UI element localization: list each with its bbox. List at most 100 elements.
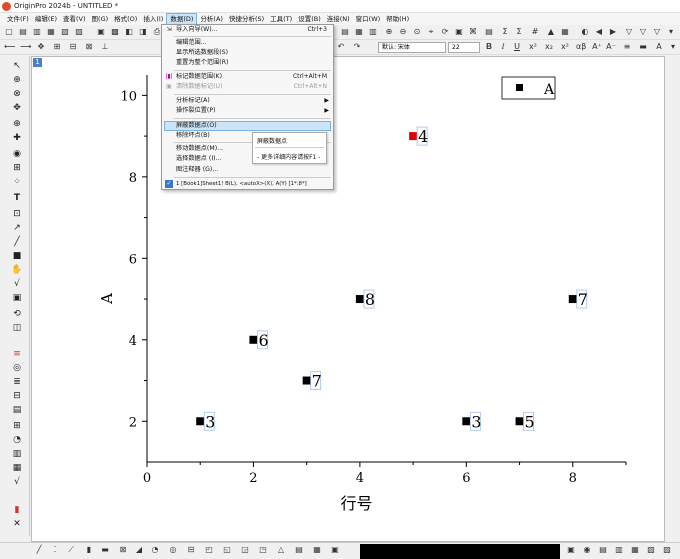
zoom-tool-icon[interactable]: ⊕ [11, 74, 23, 86]
zoom-pan-tool-icon[interactable]: ⊗ [11, 88, 23, 100]
line-style-icon[interactable]: ╱ [34, 545, 44, 555]
arrow-tool-icon[interactable]: ↗ [11, 222, 23, 234]
subscript-icon[interactable]: x₂ [544, 42, 554, 52]
function-tool-icon[interactable]: √ [11, 476, 23, 488]
menu-item-annotator[interactable]: 图注释器 (G)... [176, 165, 218, 175]
chart-icon[interactable]: ▲ [546, 27, 556, 37]
fill-color-icon[interactable]: ▬ [638, 42, 648, 52]
grid-tool-icon[interactable]: ▦ [11, 462, 23, 474]
color-scale-icon[interactable]: ≡ [11, 348, 23, 360]
arrow-left-icon[interactable]: ◀ [594, 27, 604, 37]
layer-icon[interactable]: ▤ [340, 27, 350, 37]
line-symbol-icon[interactable]: ⟋ [66, 545, 76, 555]
text-tool-icon[interactable]: T [11, 192, 23, 204]
sum-icon[interactable]: Σ [500, 27, 510, 37]
menu-item-mark-range[interactable]: 标记数据范围(K) [176, 72, 222, 82]
move-icon[interactable]: ✥ [36, 42, 46, 52]
ternary-plot-icon[interactable]: △ [276, 545, 286, 555]
filter-icon[interactable]: ▽ [624, 27, 634, 37]
rescale-icon[interactable]: ⌖ [426, 27, 436, 37]
marker-tool-icon[interactable]: ▮ [11, 504, 23, 516]
menu-item-import-wizard[interactable]: 导入向导(W)... [176, 25, 218, 35]
menu-format[interactable]: 格式(O) [111, 13, 140, 25]
pan-tool-icon[interactable]: ✥ [11, 102, 23, 114]
new-project-icon[interactable]: ▢ [4, 27, 14, 37]
layer-tab[interactable]: 1 [33, 58, 42, 67]
menu-item-reset-range[interactable]: 重置为整个范围(R) [176, 58, 228, 68]
pie-plot-icon[interactable]: ◔ [150, 545, 160, 555]
annotation-tool-icon[interactable]: ⊡ [11, 208, 23, 220]
template-plot-icon[interactable]: ▦ [312, 545, 322, 555]
zoom-whole-icon[interactable]: ⊙ [412, 27, 422, 37]
script-window-icon[interactable]: ▣ [454, 27, 464, 37]
bar-plot-icon[interactable]: ▬ [100, 545, 110, 555]
multi-panel-icon[interactable]: ▣ [330, 545, 340, 555]
supersub-icon[interactable]: x² [560, 42, 570, 52]
decrease-font-icon[interactable]: A⁻ [606, 42, 616, 52]
arrow-right-icon[interactable]: ▶ [608, 27, 618, 37]
menu-file[interactable]: 文件(F) [4, 13, 32, 25]
save-icon[interactable]: ▩ [110, 27, 120, 37]
menu-view[interactable]: 查看(V) [60, 13, 89, 25]
font-select[interactable]: 默认: 宋体 [378, 42, 446, 53]
refresh-icon[interactable]: ⟳ [440, 27, 450, 37]
align-icon[interactable]: ≡ [622, 42, 632, 52]
filter-options-icon[interactable]: ▽ [652, 27, 662, 37]
template-icon[interactable]: ▤ [11, 404, 23, 416]
more-icon[interactable]: ▾ [666, 27, 676, 37]
new-function-icon[interactable]: ▧ [60, 27, 70, 37]
menu-edit[interactable]: 编辑(E) [32, 13, 60, 25]
new-workbook-icon[interactable]: ▤ [18, 27, 28, 37]
pin-icon[interactable]: ⊥ [100, 42, 110, 52]
menu-item-remove-bad-points[interactable]: 移除坏点(B) [176, 131, 210, 141]
cross-tool-icon[interactable]: ✕ [11, 518, 23, 530]
column-icon[interactable]: ▥ [368, 27, 378, 37]
add-layer-icon[interactable]: ⊞ [52, 42, 62, 52]
app-icon[interactable]: ▧ [646, 545, 656, 555]
font-color-icon[interactable]: A [654, 42, 664, 52]
app-icon[interactable]: ▦ [630, 545, 640, 555]
wire-plot-icon[interactable]: ◲ [240, 545, 250, 555]
underline-button[interactable]: U [512, 42, 522, 52]
italic-button[interactable]: I [498, 42, 508, 52]
menu-item-mask-points[interactable]: 屏蔽数据点(O) [176, 121, 217, 131]
menu-item-show-selected[interactable]: 显示所选数据段(S) [176, 48, 228, 58]
results-log-icon[interactable]: ▤ [484, 27, 494, 37]
greek-icon[interactable]: αβ [576, 42, 586, 52]
graph-window[interactable]: 0 2 4 6 8 2 4 6 8 10 行号 A 3 6 7 8 4 3 5 7 A [31, 56, 665, 542]
polar-plot-icon[interactable]: ◎ [168, 545, 178, 555]
app-icon[interactable]: ▨ [662, 545, 672, 555]
waterfall-plot-icon[interactable]: ◳ [258, 545, 268, 555]
merge-icon[interactable]: ⊟ [68, 42, 78, 52]
filter-clear-icon[interactable]: ▽ [638, 27, 648, 37]
font-size-select[interactable]: 22 [448, 42, 480, 53]
stack-icon[interactable]: ⊟ [11, 390, 23, 402]
zoom-in-icon[interactable]: ⊕ [384, 27, 394, 37]
menu-help[interactable]: 帮助(H) [383, 13, 412, 25]
more-icon[interactable]: ▾ [668, 42, 678, 52]
new-layout-icon[interactable]: ▨ [74, 27, 84, 37]
area-plot-icon[interactable]: ◢ [134, 545, 144, 555]
pointer-tool-icon[interactable]: ↖ [11, 60, 23, 72]
split-icon[interactable]: ⊠ [84, 42, 94, 52]
bold-button[interactable]: B [484, 42, 494, 52]
data-reader-icon[interactable]: ✚ [11, 132, 23, 144]
menu-window[interactable]: 窗口(W) [353, 13, 384, 25]
code-builder-icon[interactable]: ⌘ [468, 27, 478, 37]
image-tool-icon[interactable]: ▣ [11, 292, 23, 304]
surface-plot-icon[interactable]: ◱ [222, 545, 232, 555]
rectangle-tool-icon[interactable]: ■ [11, 250, 23, 262]
new-matrix-icon[interactable]: ▦ [46, 27, 56, 37]
worksheet-icon[interactable]: ▦ [354, 27, 364, 37]
3d-plot-icon[interactable]: ◰ [204, 545, 214, 555]
app-icon[interactable]: ▤ [598, 545, 608, 555]
contour-plot-icon[interactable]: ⊠ [118, 545, 128, 555]
undo-icon[interactable]: ↶ [336, 42, 346, 52]
circle-icon[interactable]: ◎ [11, 362, 23, 374]
menu-item-select-points[interactable]: 选择数据点 (I)... [176, 154, 221, 164]
scatter-style-icon[interactable]: ⁚ [50, 545, 60, 555]
export-icon[interactable]: ◨ [138, 27, 148, 37]
import-icon[interactable]: ◧ [124, 27, 134, 37]
screen-reader-icon[interactable]: ⊕ [11, 118, 23, 130]
increase-font-icon[interactable]: A⁺ [592, 42, 602, 52]
